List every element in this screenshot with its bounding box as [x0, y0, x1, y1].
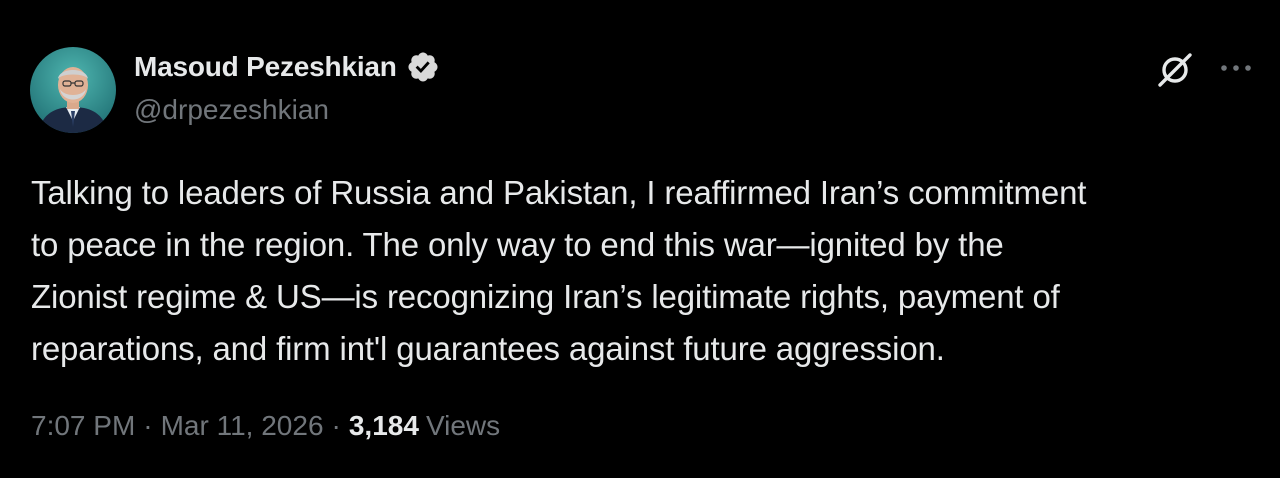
tweet-card: Masoud Pezeshkian @drpezeshkian Talking … — [0, 0, 1280, 478]
tweet-date[interactable]: Mar 11, 2026 — [161, 410, 324, 442]
tweet-text: Talking to leaders of Russia and Pakista… — [31, 174, 1087, 367]
profile-photo-icon — [30, 47, 116, 133]
meta-separator: · — [331, 410, 341, 441]
author-display-name[interactable]: Masoud Pezeshkian — [134, 51, 397, 83]
meta-separator: · — [143, 410, 153, 441]
tweet-metadata: 7:07 PM · Mar 11, 2026 · 3,184 Views — [31, 410, 500, 442]
author-name-row: Masoud Pezeshkian — [134, 50, 440, 84]
tweet-time[interactable]: 7:07 PM — [31, 410, 135, 442]
grok-icon[interactable] — [1155, 50, 1195, 90]
more-options-icon[interactable] — [1218, 56, 1254, 80]
verified-badge-icon[interactable] — [406, 50, 440, 84]
views-label[interactable]: Views — [426, 410, 500, 442]
avatar[interactable] — [30, 47, 116, 133]
views-count[interactable]: 3,184 — [349, 410, 419, 442]
author-handle[interactable]: @drpezeshkian — [134, 94, 329, 126]
